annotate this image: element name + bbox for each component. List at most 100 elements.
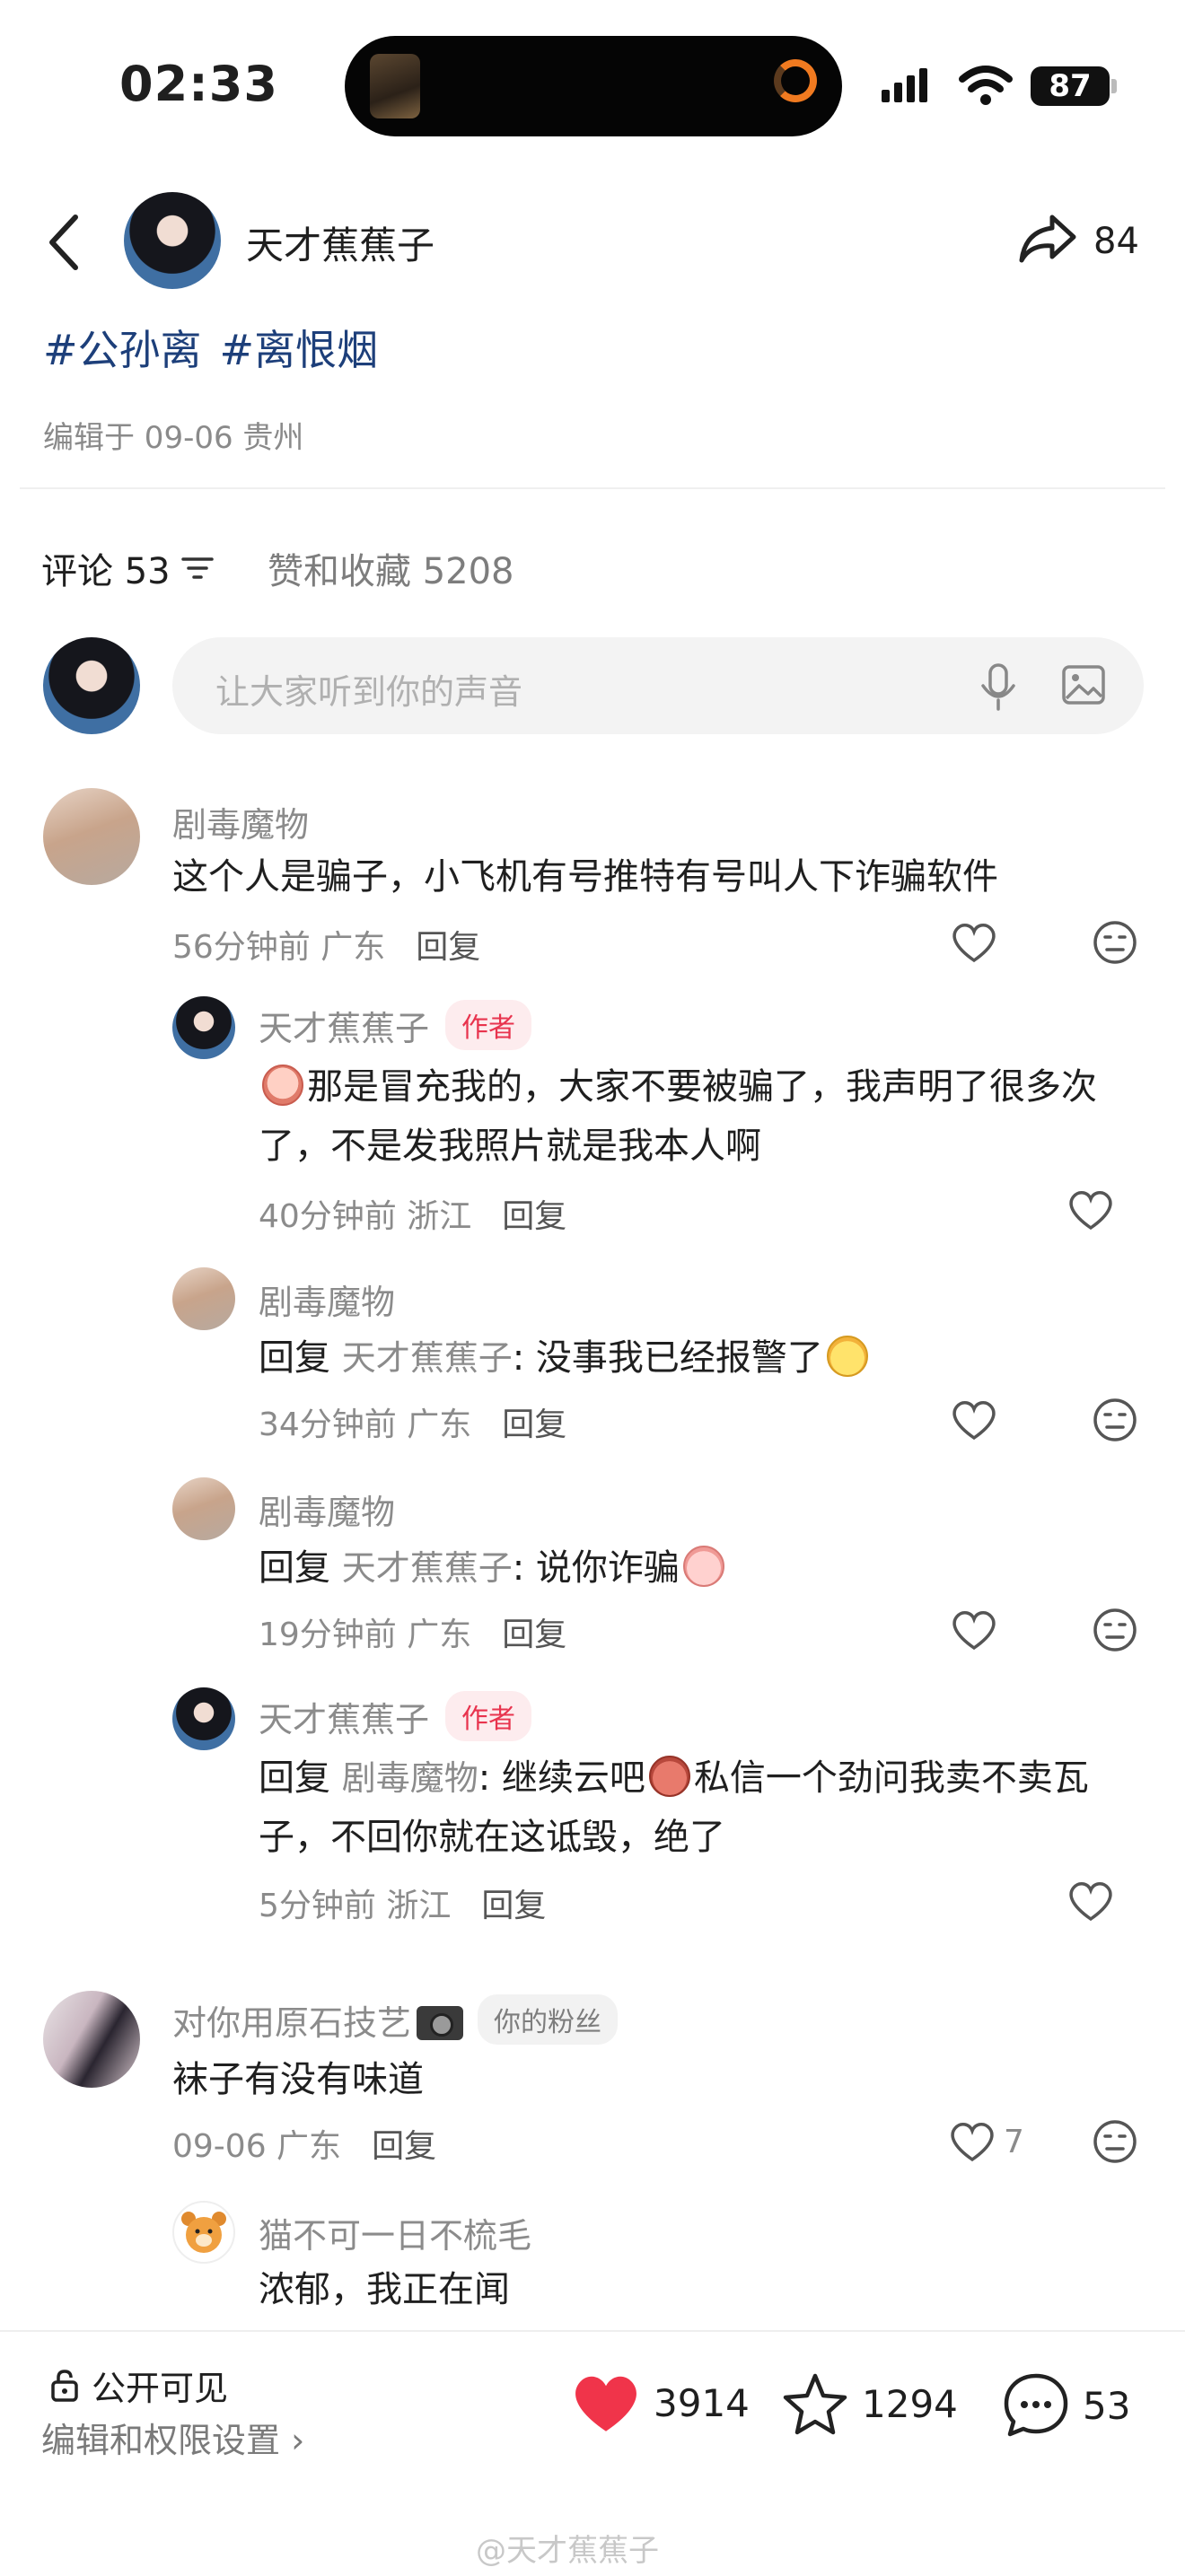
commenter-avatar[interactable] xyxy=(172,2201,235,2264)
commenter-name-text: 对你用原石技艺 xyxy=(172,2002,412,2043)
commenter-avatar[interactable] xyxy=(172,1267,235,1330)
dislike-face-icon[interactable] xyxy=(1092,1397,1138,1443)
like-count: 3914 xyxy=(654,2380,750,2425)
reply-to-name[interactable]: 天才蕉蕉子 xyxy=(342,1548,513,1588)
commenter-avatar[interactable] xyxy=(172,1477,235,1540)
share-icon[interactable] xyxy=(1016,212,1079,266)
comment-count: 53 xyxy=(1083,2383,1131,2428)
bear-icon xyxy=(181,2212,226,2253)
comment-input-placeholder: 让大家听到你的声音 xyxy=(215,672,523,712)
bottom-bar: 公开可见 编辑和权限设置 › 3914 1294 53 @天才蕉蕉子 xyxy=(0,2330,1185,2576)
comment-text: 回复 天才蕉蕉子: 说你诈骗 xyxy=(259,1538,1138,1598)
battery-indicator: 87 xyxy=(1031,66,1110,106)
dynamic-island[interactable] xyxy=(345,36,842,136)
status-time: 02:33 xyxy=(119,56,278,112)
post-tags: #公孙离 #离恨烟 xyxy=(43,318,378,377)
comment-time: 19分钟前 广东 xyxy=(259,1617,472,1653)
commenter-name[interactable]: 天才蕉蕉子 xyxy=(259,1001,429,1050)
commenter-name[interactable]: 剧毒魔物 xyxy=(259,1275,395,1324)
comment-meta: 5分钟前 浙江 回复 xyxy=(259,1879,546,1926)
reply-to-name[interactable]: 剧毒魔物 xyxy=(342,1758,478,1798)
heart-icon[interactable] xyxy=(948,2120,996,2163)
comment-input[interactable]: 让大家听到你的声音 xyxy=(172,637,1144,734)
battery-tip xyxy=(1111,79,1117,93)
commenter-name[interactable]: 猫不可一日不梳毛 xyxy=(259,2208,531,2257)
reply-button[interactable]: 回复 xyxy=(372,2120,436,2167)
heart-icon xyxy=(575,2376,636,2431)
pig-emoji-icon xyxy=(682,1546,724,1587)
author-name[interactable]: 天才蕉蕉子 xyxy=(246,215,434,270)
commenter-avatar[interactable] xyxy=(43,788,140,885)
heart-icon[interactable] xyxy=(950,1398,998,1441)
heart-icon[interactable] xyxy=(950,921,998,964)
heart-icon[interactable] xyxy=(950,1608,998,1652)
comment-time: 09-06 广东 xyxy=(172,2128,342,2165)
sort-icon[interactable] xyxy=(180,555,214,582)
watermark: @天才蕉蕉子 xyxy=(476,2533,659,2569)
tab-comments-label: 评论 53 xyxy=(41,551,171,592)
favorite-button[interactable]: 1294 xyxy=(781,2371,958,2436)
comment-text: 回复 剧毒魔物: 继续云吧 私信一个劲问我卖不卖瓦子，不回你就在这诋毁，绝了 xyxy=(259,1748,1138,1867)
divider xyxy=(20,487,1165,489)
comment-time: 5分钟前 浙江 xyxy=(259,1888,452,1924)
like-count: 7 xyxy=(1004,2124,1024,2160)
commenter-name[interactable]: 对你用原石技艺 xyxy=(172,1995,464,2045)
favorite-count: 1294 xyxy=(862,2381,958,2426)
permissions-link[interactable]: 编辑和权限设置 › xyxy=(41,2413,304,2462)
dislike-face-icon[interactable] xyxy=(1092,919,1138,966)
reply-to-name[interactable]: 天才蕉蕉子 xyxy=(342,1338,513,1378)
comment-time: 40分钟前 浙江 xyxy=(259,1198,472,1235)
fan-badge: 你的粉丝 xyxy=(478,1994,619,2045)
comment-meta: 34分钟前 广东 回复 xyxy=(259,1398,566,1445)
dislike-face-icon[interactable] xyxy=(1092,2118,1138,2165)
heart-icon[interactable] xyxy=(1066,1188,1115,1231)
heart-icon[interactable] xyxy=(1066,1879,1115,1923)
commenter-name[interactable]: 剧毒魔物 xyxy=(259,1485,395,1534)
comment-text: 那是冒充我的，大家不要被骗了，我声明了很多次了，不是发我照片就是我本人啊 xyxy=(259,1057,1138,1176)
progress-ring-icon xyxy=(774,59,817,102)
image-icon[interactable] xyxy=(1061,664,1106,705)
commenter-avatar[interactable] xyxy=(43,1991,140,2088)
my-avatar xyxy=(43,637,140,734)
comment-text: 浓郁，我正在闻 xyxy=(259,2269,510,2310)
comment-time: 56分钟前 广东 xyxy=(172,929,386,966)
tab-likes[interactable]: 赞和收藏 5208 xyxy=(268,542,514,594)
reply-header: 天才蕉蕉子 作者 xyxy=(259,1691,532,1741)
commenter-name[interactable]: 天才蕉蕉子 xyxy=(259,1692,429,1741)
comment-meta: 09-06 广东 回复 xyxy=(172,2120,436,2167)
comment-text-content: : 继续云吧 xyxy=(478,1757,645,1799)
like-button[interactable]: 3914 xyxy=(571,2371,750,2434)
comment-button[interactable]: 53 xyxy=(1002,2371,1130,2440)
tag-link[interactable]: #离恨烟 xyxy=(220,318,379,377)
reply-button[interactable]: 回复 xyxy=(481,1879,546,1926)
comment-time: 34分钟前 广东 xyxy=(259,1406,472,1443)
mic-icon[interactable] xyxy=(979,662,1018,711)
tab-comments[interactable]: 评论 53 xyxy=(41,542,214,594)
commenter-avatar[interactable] xyxy=(172,996,235,1059)
reply-button[interactable]: 回复 xyxy=(502,1608,566,1655)
star-icon xyxy=(783,2373,847,2435)
commenter-avatar[interactable] xyxy=(172,1687,235,1750)
comment-text: 这个人是骗子，小飞机有号推特有号叫人下诈骗软件 xyxy=(172,856,998,898)
reply-button[interactable]: 回复 xyxy=(502,1398,566,1445)
lock-icon xyxy=(51,2369,78,2402)
visibility-setting[interactable]: 公开可见 xyxy=(50,2361,228,2410)
wifi-icon xyxy=(959,66,1013,105)
share-count: 84 xyxy=(1093,221,1139,262)
camera-emoji-icon xyxy=(417,2005,464,2040)
tag-link[interactable]: #公孙离 xyxy=(43,318,202,377)
reply-prefix: 回复 xyxy=(259,1337,330,1379)
back-icon[interactable] xyxy=(47,214,83,271)
media-thumbnail xyxy=(370,54,420,118)
crying-emoji-icon xyxy=(262,1065,303,1106)
reply-button[interactable]: 回复 xyxy=(502,1190,566,1237)
comment-meta: 19分钟前 广东 回复 xyxy=(259,1608,566,1655)
comment-text: 回复 天才蕉蕉子: 没事我已经报警了 xyxy=(259,1328,1138,1388)
commenter-name[interactable]: 剧毒魔物 xyxy=(172,797,309,846)
reply-prefix: 回复 xyxy=(259,1757,330,1799)
reply-button[interactable]: 回复 xyxy=(416,921,480,968)
author-avatar[interactable] xyxy=(124,192,221,289)
comment-text: 袜子有没有味道 xyxy=(172,2059,424,2100)
edited-info: 编辑于 09-06 贵州 xyxy=(43,420,304,456)
dislike-face-icon[interactable] xyxy=(1092,1607,1138,1653)
